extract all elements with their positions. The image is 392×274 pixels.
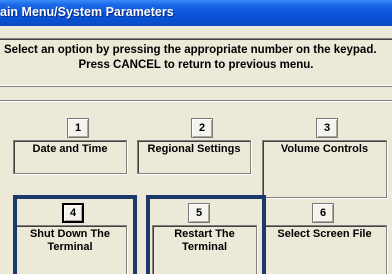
window-title: ain Menu/System Parameters (0, 5, 174, 19)
option-2-label[interactable]: Regional Settings (137, 140, 251, 174)
highlight-frame-option-5 (146, 195, 266, 274)
options-panel: 1 Date and Time 2 Regional Settings 3 Vo… (0, 100, 392, 274)
option-6-label[interactable]: Select Screen File (262, 225, 387, 274)
option-2-key[interactable]: 2 (191, 118, 213, 138)
system-parameters-window: ain Menu/System Parameters Select an opt… (0, 0, 392, 274)
instruction-line-2: Press CANCEL to return to previous menu. (78, 59, 314, 71)
instruction-panel: Select an option by pressing the appropr… (0, 38, 392, 86)
instruction-line-1: Select an option by pressing the appropr… (4, 44, 377, 56)
option-1-key[interactable]: 1 (67, 118, 89, 138)
title-bar[interactable]: ain Menu/System Parameters (0, 0, 392, 26)
option-6-key[interactable]: 6 (312, 203, 334, 223)
highlight-frame-option-4 (13, 195, 137, 274)
option-3-key[interactable]: 3 (316, 118, 338, 138)
option-3-label[interactable]: Volume Controls (262, 140, 387, 198)
option-1-label[interactable]: Date and Time (13, 140, 127, 174)
